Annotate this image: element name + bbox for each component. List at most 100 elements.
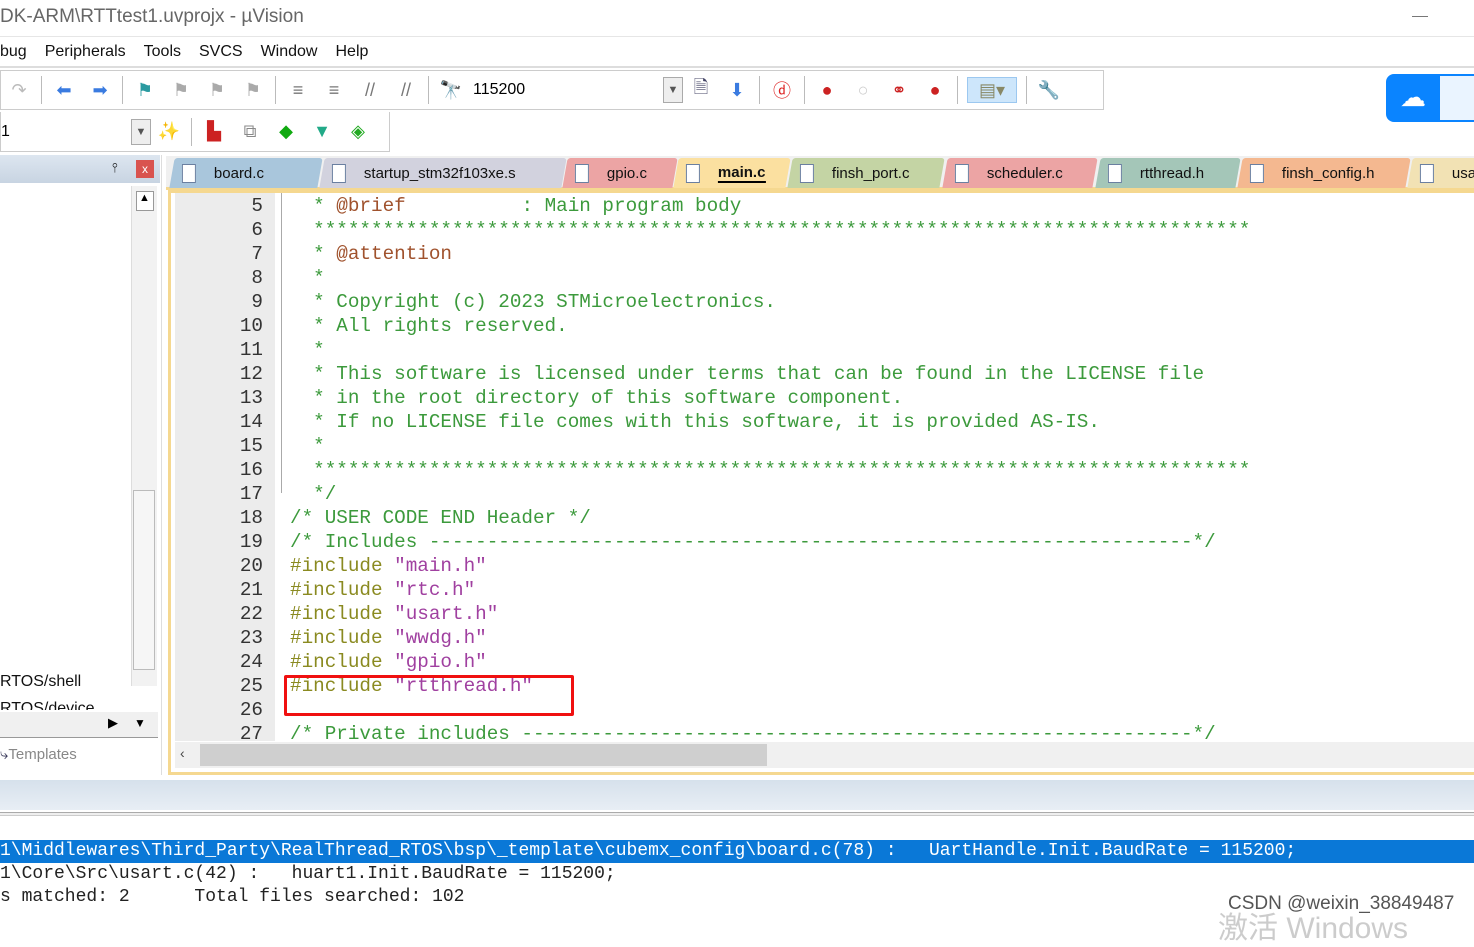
redo-icon[interactable]: ↷: [6, 77, 32, 103]
disable-breakpoint-icon[interactable]: ○: [850, 77, 876, 103]
runtime-env-icon[interactable]: ◈: [345, 119, 371, 145]
line-number: 7: [251, 243, 263, 265]
tree-item[interactable]: RTOS/device: [0, 700, 95, 710]
prev-bookmark-icon[interactable]: ⚑: [168, 77, 194, 103]
menu-svcs[interactable]: SVCS: [199, 43, 243, 61]
menu-help[interactable]: Help: [335, 43, 368, 61]
baidu-panel: [1440, 76, 1474, 120]
indent-icon[interactable]: ≡: [285, 77, 311, 103]
target-select[interactable]: 1: [1, 123, 131, 141]
uncomment-icon[interactable]: //: [393, 77, 419, 103]
code-line[interactable]: * Copyright (c) 2023 STMicroelectronics.: [290, 290, 776, 314]
editor-hscroll-thumb[interactable]: [200, 744, 767, 766]
menu-window[interactable]: Window: [261, 43, 318, 61]
code-line[interactable]: #include "usart.h": [290, 602, 498, 626]
code-line[interactable]: */: [290, 482, 336, 506]
select-packs-icon[interactable]: ▼: [309, 119, 335, 145]
tab-board-c[interactable]: board.c: [169, 158, 323, 188]
code-line[interactable]: ****************************************…: [290, 218, 1250, 242]
line-number: 11: [239, 339, 263, 361]
code-token: * in the root directory of this software…: [290, 387, 904, 409]
minimize-button[interactable]: [1412, 16, 1428, 17]
tab-main-c[interactable]: main.c: [673, 158, 791, 188]
configure-icon[interactable]: 🔧: [1036, 77, 1062, 103]
code-line[interactable]: * All rights reserved.: [290, 314, 568, 338]
unindent-icon[interactable]: ≡: [321, 77, 347, 103]
code-token: */: [290, 483, 337, 505]
target-dropdown[interactable]: ▼: [131, 118, 151, 145]
find-icon[interactable]: 🗎: [688, 77, 714, 103]
tab-label: finsh_port.c: [832, 164, 910, 182]
code-line[interactable]: * in the root directory of this software…: [290, 386, 903, 410]
scroll-left-icon[interactable]: ‹: [180, 745, 185, 761]
line-number: 6: [251, 219, 263, 241]
code-token: #include: [290, 651, 395, 673]
code-line[interactable]: * @attention: [290, 242, 452, 266]
pack-installer-icon[interactable]: ◆: [273, 119, 299, 145]
debug-session-icon[interactable]: ⓓ: [769, 77, 795, 103]
manage-components-icon[interactable]: ▙: [201, 119, 227, 145]
code-line[interactable]: *: [290, 338, 325, 362]
options-wand-icon[interactable]: ✨: [156, 119, 182, 145]
bookmark-icon[interactable]: ⚑: [132, 77, 158, 103]
tab-scheduler-c[interactable]: scheduler.c: [942, 158, 1098, 188]
code-line[interactable]: /* USER CODE END Header */: [290, 506, 591, 530]
menu-debug[interactable]: bug: [0, 43, 27, 61]
find-input[interactable]: 115200: [473, 81, 663, 99]
kill-all-breakpoints-icon[interactable]: ●: [922, 77, 948, 103]
find-dropdown[interactable]: ▼: [663, 77, 683, 103]
breakpoint-icon[interactable]: ●: [814, 77, 840, 103]
tab-startup-stm32f103xe-s[interactable]: startup_stm32f103xe.s: [319, 158, 567, 188]
scroll-up-icon[interactable]: ▲: [135, 191, 154, 211]
templates-label: Templates: [8, 746, 77, 763]
back-icon[interactable]: ⬅: [51, 77, 77, 103]
scroll-thumb[interactable]: [133, 490, 155, 670]
window-layout-icon[interactable]: ▤▾: [967, 77, 1017, 103]
code-line[interactable]: #include "rtc.h": [290, 578, 475, 602]
code-token: #include: [290, 603, 395, 625]
code-token: *: [290, 435, 325, 457]
scroll-right-icon[interactable]: ▶: [108, 715, 118, 731]
tree-item[interactable]: RTOS/shell: [0, 673, 81, 691]
incremental-find-icon[interactable]: ⬇: [724, 77, 750, 103]
code-line[interactable]: *: [290, 434, 325, 458]
code-line[interactable]: /* Includes ----------------------------…: [290, 530, 1216, 554]
scroll-down-icon[interactable]: ▼: [134, 716, 146, 730]
splitter[interactable]: [0, 812, 1474, 816]
line-number: 5: [251, 195, 263, 217]
forward-icon[interactable]: ➡: [87, 77, 113, 103]
disable-all-breakpoints-icon[interactable]: ⚭: [886, 77, 912, 103]
comment-icon[interactable]: //: [357, 77, 383, 103]
window-title: DK-ARM\RTTtest1.uvprojx - µVision: [0, 0, 1474, 35]
code-line[interactable]: * If no LICENSE file comes with this sof…: [290, 410, 1100, 434]
tab-finsh-port-c[interactable]: finsh_port.c: [787, 158, 945, 188]
find-in-files-icon[interactable]: 🔭: [438, 77, 464, 103]
clear-bookmarks-icon[interactable]: ⚑: [240, 77, 266, 103]
next-bookmark-icon[interactable]: ⚑: [204, 77, 230, 103]
code-line[interactable]: ****************************************…: [290, 458, 1250, 482]
code-line[interactable]: * @brief : Main program body: [290, 194, 741, 218]
close-panel-button[interactable]: x: [136, 160, 154, 178]
templates-tab[interactable]: ⤷Templates: [0, 746, 77, 763]
code-line[interactable]: #include "gpio.h": [290, 650, 487, 674]
code-line[interactable]: #include "main.h": [290, 554, 487, 578]
code-line[interactable]: *: [290, 266, 325, 290]
tab-usa[interactable]: usa: [1407, 158, 1474, 188]
pin-icon[interactable]: ⫯: [112, 160, 118, 176]
output-line[interactable]: 1\Core\Src\usart.c(42) : huart1.Init.Bau…: [0, 863, 1474, 886]
manage-project-items-icon[interactable]: ⧉: [237, 119, 263, 145]
file-icon: [1250, 163, 1264, 183]
tab-gpio-c[interactable]: gpio.c: [562, 158, 678, 188]
menu-tools[interactable]: Tools: [144, 43, 181, 61]
line-number: 20: [239, 555, 263, 577]
code-line[interactable]: * This software is licensed under terms …: [290, 362, 1204, 386]
file-icon: [575, 163, 589, 183]
tab-label: usa: [1452, 164, 1474, 182]
horizontal-scrollbar[interactable]: ▶ ▼: [0, 712, 158, 738]
output-line[interactable]: 1\Middlewares\Third_Party\RealThread_RTO…: [0, 840, 1474, 863]
menu-peripherals[interactable]: Peripherals: [45, 43, 126, 61]
code-token: "gpio.h": [394, 651, 487, 673]
tab-rtthread-h[interactable]: rtthread.h: [1095, 158, 1241, 188]
code-line[interactable]: #include "wwdg.h": [290, 626, 487, 650]
tab-finsh-config-h[interactable]: finsh_config.h: [1237, 158, 1411, 188]
